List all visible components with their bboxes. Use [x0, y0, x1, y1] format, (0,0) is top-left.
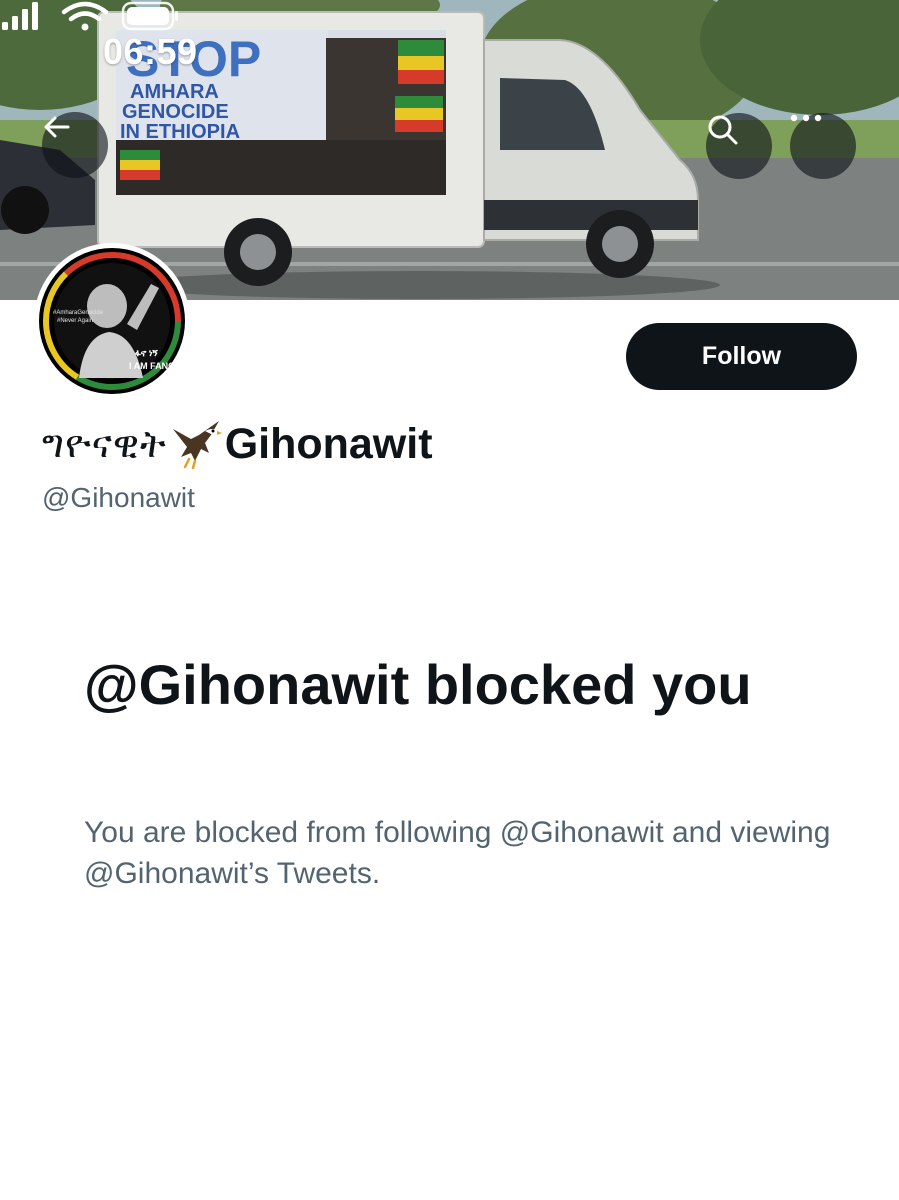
- more-horizontal-icon: [790, 114, 822, 122]
- profile-avatar[interactable]: #AmharaGenocide #Never Again ፋኖ ነኝ I AM …: [34, 243, 190, 399]
- avatar-i-am-fano-text: I AM FANO: [129, 361, 175, 371]
- profile-display-name: ግዮናዊት Gihonawit: [42, 416, 433, 472]
- search-icon: [708, 115, 738, 145]
- profile-screen: STOP AMHARA GENOCIDE IN ETHIOPIA 06:59 #…: [0, 0, 899, 1200]
- avatar-hashtag-text: #AmharaGenocide: [53, 310, 104, 316]
- wifi-icon: [61, 1, 109, 31]
- avatar-image: #AmharaGenocide #Never Again ፋኖ ነኝ I AM …: [39, 248, 185, 394]
- profile-handle: @Gihonawit: [42, 482, 195, 513]
- back-button[interactable]: [42, 112, 108, 178]
- more-options-button[interactable]: [790, 113, 856, 179]
- arrow-left-icon: [44, 116, 70, 138]
- blocked-description: You are blocked from following @Gihonawi…: [84, 816, 831, 890]
- billboard-text-in-ethiopia: IN ETHIOPIA: [120, 121, 240, 143]
- display-name-amharic: ግዮናዊት: [42, 421, 167, 466]
- display-name-latin: Gihonawit: [224, 419, 433, 468]
- cellular-signal-icon: [2, 2, 38, 30]
- status-bar-icons: [2, 1, 178, 31]
- follow-button[interactable]: Follow: [626, 323, 857, 390]
- billboard-text-genocide: GENOCIDE: [122, 101, 229, 123]
- avatar-amharic-text: ፋኖ ነኝ: [135, 348, 158, 358]
- avatar-never-again-text: #Never Again: [57, 318, 93, 324]
- billboard-text-amhara: AMHARA: [130, 81, 219, 103]
- battery-icon: [121, 1, 178, 31]
- blocked-title: @Gihonawit blocked you: [84, 653, 752, 716]
- eagle-icon: [172, 421, 222, 469]
- status-bar-time: 06:59: [103, 31, 198, 72]
- search-button[interactable]: [706, 113, 772, 179]
